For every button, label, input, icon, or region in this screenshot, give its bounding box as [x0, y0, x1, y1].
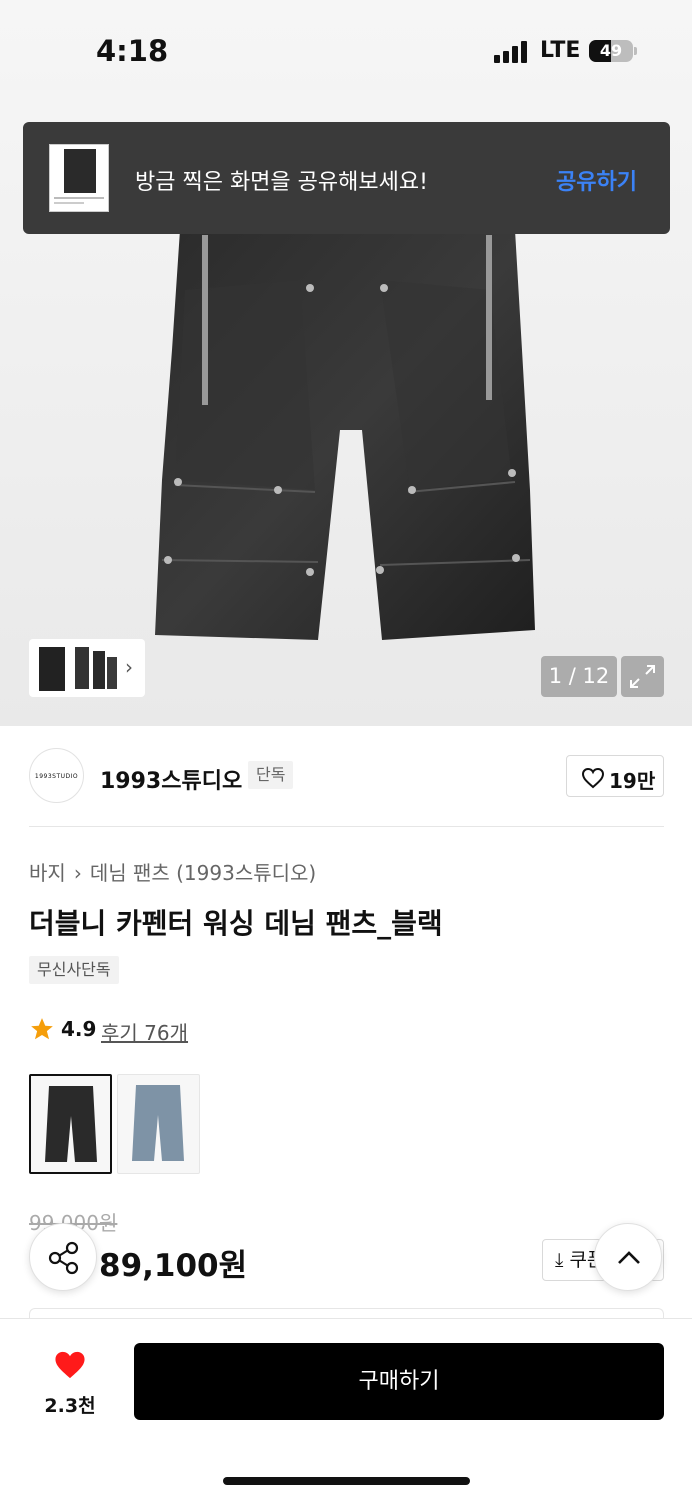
chevron-right-icon: › — [125, 655, 133, 679]
product-image-gallery[interactable]: 4:18 LTE 49 방금 찍은 화면을 공유해보세요! 공유하기 › 1 /… — [0, 0, 692, 726]
variant-swatch-black[interactable] — [29, 1074, 112, 1174]
status-time: 4:18 — [96, 34, 169, 68]
star-icon — [31, 1018, 53, 1040]
toast-message: 방금 찍은 화면을 공유해보세요! — [135, 170, 428, 195]
variant-swatch-light-blue[interactable] — [117, 1074, 200, 1174]
expand-icon[interactable] — [621, 656, 664, 697]
share-now-button[interactable]: 공유하기 — [556, 164, 637, 196]
bottom-action-bar: 2.3천 구매하기 — [0, 1318, 692, 1500]
battery-icon: 49 — [589, 40, 633, 62]
breadcrumb-subcategory[interactable]: 데님 팬츠 (1993스튜디오) — [90, 861, 316, 885]
download-icon: ⤓ — [555, 1249, 564, 1271]
image-pager: 1 / 12 — [541, 656, 617, 697]
wishlist-button[interactable]: 2.3천 — [30, 1349, 110, 1419]
network-label: LTE — [540, 38, 581, 63]
home-indicator — [223, 1477, 470, 1485]
status-bar: 4:18 LTE 49 — [0, 0, 692, 100]
heart-filled-icon — [55, 1351, 85, 1379]
battery-cap — [634, 47, 637, 55]
buy-button[interactable]: 구매하기 — [134, 1343, 664, 1420]
share-toast: 방금 찍은 화면을 공유해보세요! 공유하기 — [23, 122, 670, 234]
toast-screenshot-thumbnail — [49, 144, 109, 212]
product-photo — [155, 230, 535, 640]
wishlist-count: 2.3천 — [44, 1395, 96, 1417]
brand-like-count: 19만 — [609, 769, 656, 793]
variant-thumbnail — [132, 1085, 184, 1161]
scroll-to-top-button[interactable] — [594, 1223, 662, 1291]
gallery-thumbnails — [39, 647, 117, 691]
share-button[interactable] — [29, 1223, 97, 1291]
rating-score: 4.9 — [61, 1017, 97, 1041]
battery-level: 49 — [599, 41, 623, 60]
sale-price: 89,100원 — [99, 1248, 248, 1284]
gallery-thumbnail-strip[interactable]: › — [29, 639, 145, 697]
share-icon — [48, 1241, 79, 1275]
brand-like-button[interactable]: 19만 — [566, 755, 664, 797]
product-title: 더블니 카펜터 워싱 데님 팬츠_블랙 — [29, 907, 443, 940]
brand-logo[interactable]: 1993STUDIO — [29, 748, 84, 803]
breadcrumb-category[interactable]: 바지 — [29, 861, 66, 885]
chevron-up-icon — [618, 1251, 640, 1264]
variant-thumbnail — [45, 1086, 97, 1162]
signal-icon — [494, 41, 528, 63]
reviews-link[interactable]: 후기 76개 — [101, 1017, 188, 1046]
brand-name[interactable]: 1993스튜디오 — [100, 763, 242, 795]
brand-exclusive-badge: 단독 — [248, 761, 294, 789]
chevron-right-icon: › — [73, 861, 82, 885]
heart-outline-icon — [581, 767, 605, 789]
breadcrumb: 바지 › 데님 팬츠 (1993스튜디오) — [29, 857, 316, 886]
divider — [29, 826, 664, 827]
exclusive-tag: 무신사단독 — [29, 956, 119, 984]
